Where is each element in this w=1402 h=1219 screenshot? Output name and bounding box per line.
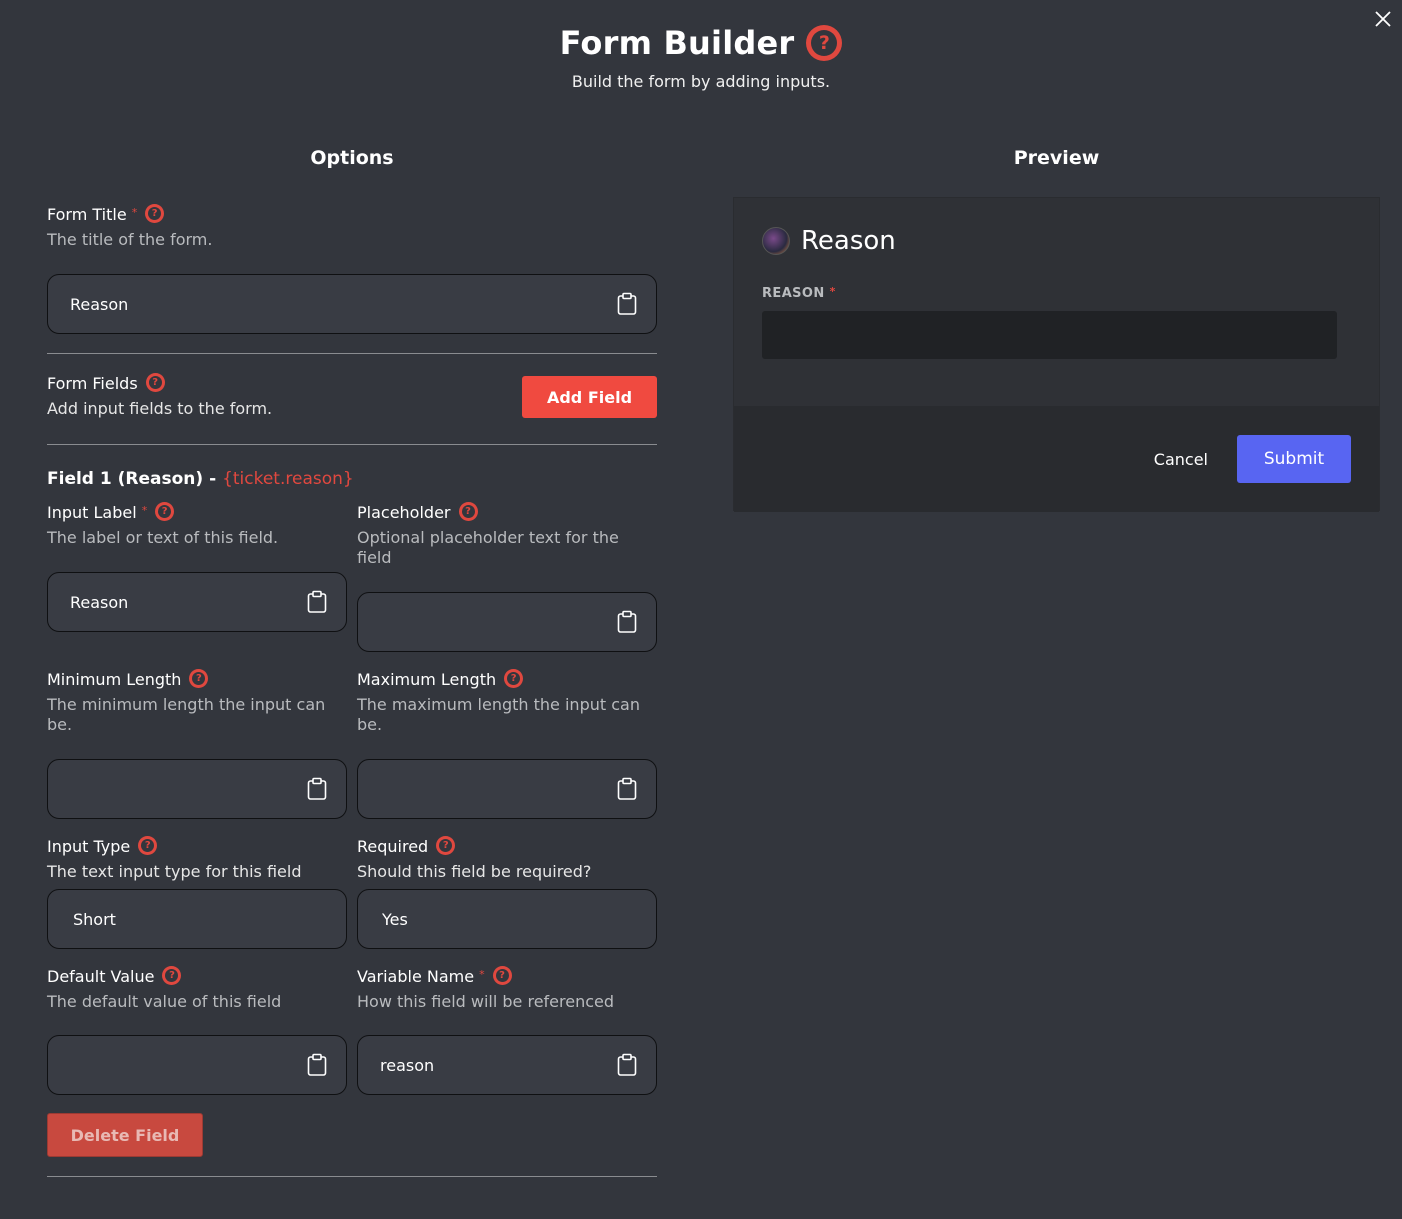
field-title: Field 1 (Reason) - {ticket.reason} bbox=[47, 469, 657, 489]
required-mark: * bbox=[141, 504, 148, 517]
input-label-value: Reason bbox=[70, 592, 129, 612]
input-label-description: The label or text of this field. bbox=[47, 528, 279, 547]
delete-field-button[interactable]: Delete Field bbox=[47, 1113, 203, 1157]
form-title-value: Reason bbox=[70, 294, 129, 314]
max-length-description: The maximum length the input can be. bbox=[357, 695, 640, 734]
preview-heading: Preview bbox=[1013, 147, 1100, 169]
question-circle-icon[interactable]: ? bbox=[138, 836, 158, 855]
placeholder-label: Placeholder bbox=[357, 503, 451, 522]
options-heading: Options bbox=[310, 147, 394, 169]
add-field-button[interactable]: Add Field bbox=[522, 376, 657, 418]
form-fields-label: Form Fields bbox=[47, 374, 138, 393]
field-title-text: Field 1 (Reason) - bbox=[47, 469, 223, 489]
required-mark: * bbox=[829, 285, 836, 298]
input-type-label: Input Type bbox=[47, 837, 131, 856]
min-length-label: Minimum Length bbox=[47, 670, 182, 689]
variable-name-label: Variable Name bbox=[357, 967, 475, 986]
divider bbox=[47, 444, 657, 445]
question-circle-icon[interactable]: ? bbox=[145, 373, 165, 392]
clipboard-icon[interactable] bbox=[306, 590, 328, 614]
variable-name-input[interactable]: reason bbox=[357, 1035, 657, 1095]
required-mark: * bbox=[479, 968, 485, 981]
input-label-input[interactable]: Reason bbox=[47, 572, 347, 632]
question-circle-icon[interactable]: ? bbox=[504, 669, 524, 688]
modal-header: Form Builder ? Build the form by adding … bbox=[0, 24, 1402, 91]
question-circle-icon[interactable]: ? bbox=[806, 25, 843, 61]
options-panel: Form Title *? The title of the form. Reas… bbox=[47, 204, 657, 1177]
preview-field-label: REASON bbox=[762, 286, 825, 301]
question-circle-icon[interactable]: ? bbox=[492, 966, 512, 985]
required-value: Yes bbox=[382, 909, 408, 929]
clipboard-icon[interactable] bbox=[616, 610, 638, 634]
default-value-input[interactable] bbox=[47, 1035, 347, 1095]
question-circle-icon[interactable]: ? bbox=[436, 836, 456, 855]
placeholder-description: Optional placeholder text for the field bbox=[357, 528, 619, 567]
clipboard-icon[interactable] bbox=[616, 292, 638, 316]
preview-reason-input[interactable] bbox=[762, 311, 1337, 359]
required-mark: * bbox=[131, 206, 138, 219]
default-value-label: Default Value bbox=[47, 967, 155, 986]
divider bbox=[47, 1176, 657, 1177]
min-length-input[interactable] bbox=[47, 759, 347, 819]
required-select[interactable]: Yes bbox=[357, 889, 657, 949]
question-circle-icon[interactable]: ? bbox=[162, 966, 182, 985]
page-subtitle: Build the form by adding inputs. bbox=[571, 72, 831, 91]
preview-modal: Reason REASON * Cancel Submit bbox=[733, 197, 1380, 512]
divider bbox=[47, 353, 657, 354]
form-title-label: Form Title bbox=[47, 205, 127, 224]
page-title: Form Builder bbox=[559, 24, 795, 62]
min-length-description: The minimum length the input can be. bbox=[47, 695, 326, 734]
question-circle-icon[interactable]: ? bbox=[189, 669, 209, 688]
clipboard-icon[interactable] bbox=[616, 1053, 638, 1077]
input-type-value: Short bbox=[73, 909, 116, 929]
clipboard-icon[interactable] bbox=[306, 1053, 328, 1077]
question-circle-icon[interactable]: ? bbox=[458, 502, 478, 521]
placeholder-input[interactable] bbox=[357, 592, 657, 652]
input-label-label: Input Label bbox=[47, 503, 137, 522]
field-variable: {ticket.reason} bbox=[222, 469, 354, 489]
max-length-input[interactable] bbox=[357, 759, 657, 819]
form-title-input[interactable]: Reason bbox=[47, 274, 657, 334]
max-length-label: Maximum Length bbox=[357, 670, 497, 689]
preview-title: Reason bbox=[801, 226, 896, 256]
form-title-description: The title of the form. bbox=[47, 230, 213, 249]
default-value-description: The default value of this field bbox=[47, 992, 282, 1011]
question-circle-icon[interactable]: ? bbox=[155, 502, 175, 521]
submit-button[interactable]: Submit bbox=[1237, 435, 1351, 483]
input-type-description: The text input type for this field bbox=[47, 862, 302, 881]
required-label: Required bbox=[357, 837, 429, 856]
variable-name-description: How this field will be referenced bbox=[357, 992, 615, 1011]
avatar bbox=[762, 227, 790, 255]
cancel-button[interactable]: Cancel bbox=[1154, 450, 1208, 469]
input-type-select[interactable]: Short bbox=[47, 889, 347, 949]
question-circle-icon[interactable]: ? bbox=[145, 204, 165, 223]
clipboard-icon[interactable] bbox=[616, 777, 638, 801]
variable-name-value: reason bbox=[380, 1055, 435, 1075]
required-description: Should this field be required? bbox=[357, 862, 592, 881]
clipboard-icon[interactable] bbox=[306, 777, 328, 801]
